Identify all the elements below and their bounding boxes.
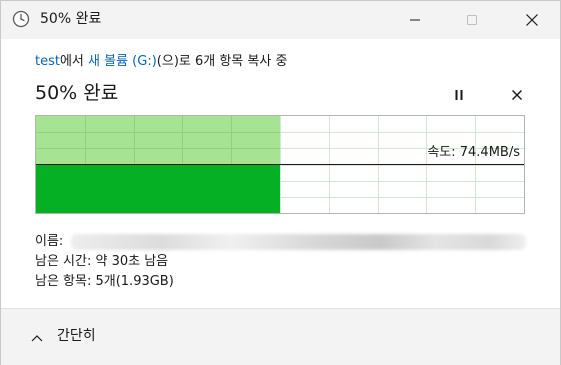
footer: 간단히 <box>1 308 560 365</box>
destination-link[interactable]: 새 볼륨 (G:) <box>88 54 157 69</box>
progress-content: test에서 새 볼륨 (G:)(으)로 6개 항목 복사 중 50% 완료 속… <box>1 39 560 308</box>
minimize-button[interactable] <box>392 1 438 39</box>
time-remaining: 남은 시간: 약 30초 남음 <box>35 254 169 269</box>
speed-graph-canvas <box>36 116 524 213</box>
name-label: 이름: <box>35 234 64 249</box>
chevron-up-icon <box>31 327 43 346</box>
collapse-label: 간단히 <box>57 328 96 344</box>
from-suffix: 에서 <box>59 54 89 69</box>
details-panel: 이름: 남은 시간: 약 30초 남음 남은 항목: 5개(1.93GB) <box>35 232 174 292</box>
speed-label: 속도: 74.4MB/s <box>427 145 520 160</box>
items-remaining: 남은 항목: 5개(1.93GB) <box>35 274 174 289</box>
copy-description: test에서 새 볼륨 (G:)(으)로 6개 항목 복사 중 <box>35 53 287 71</box>
pause-icon <box>453 86 465 105</box>
graph-progress-fill <box>36 164 280 213</box>
percent-heading: 50% 완료 <box>35 82 119 104</box>
cancel-icon <box>511 86 523 105</box>
copy-progress-window: 50% 완료 test에서 새 볼륨 (G:)(으)로 6개 항목 복사 중 5… <box>0 0 561 365</box>
speed-graph: 속도: 74.4MB/s <box>35 115 525 214</box>
collapse-button[interactable]: 간단히 <box>31 325 96 347</box>
close-button[interactable] <box>509 1 555 39</box>
graph-history-area <box>36 116 280 164</box>
maximize-icon <box>466 14 478 26</box>
to-suffix: (으)로 6개 항목 복사 중 <box>156 54 288 69</box>
window-title: 50% 완료 <box>40 11 102 27</box>
clock-icon <box>12 10 30 28</box>
maximize-button[interactable] <box>449 1 495 39</box>
close-icon <box>525 13 539 27</box>
minimize-icon <box>409 14 421 26</box>
title-bar: 50% 완료 <box>1 1 560 39</box>
cancel-button[interactable] <box>505 83 529 107</box>
source-link[interactable]: test <box>35 54 60 69</box>
pause-button[interactable] <box>447 83 471 107</box>
